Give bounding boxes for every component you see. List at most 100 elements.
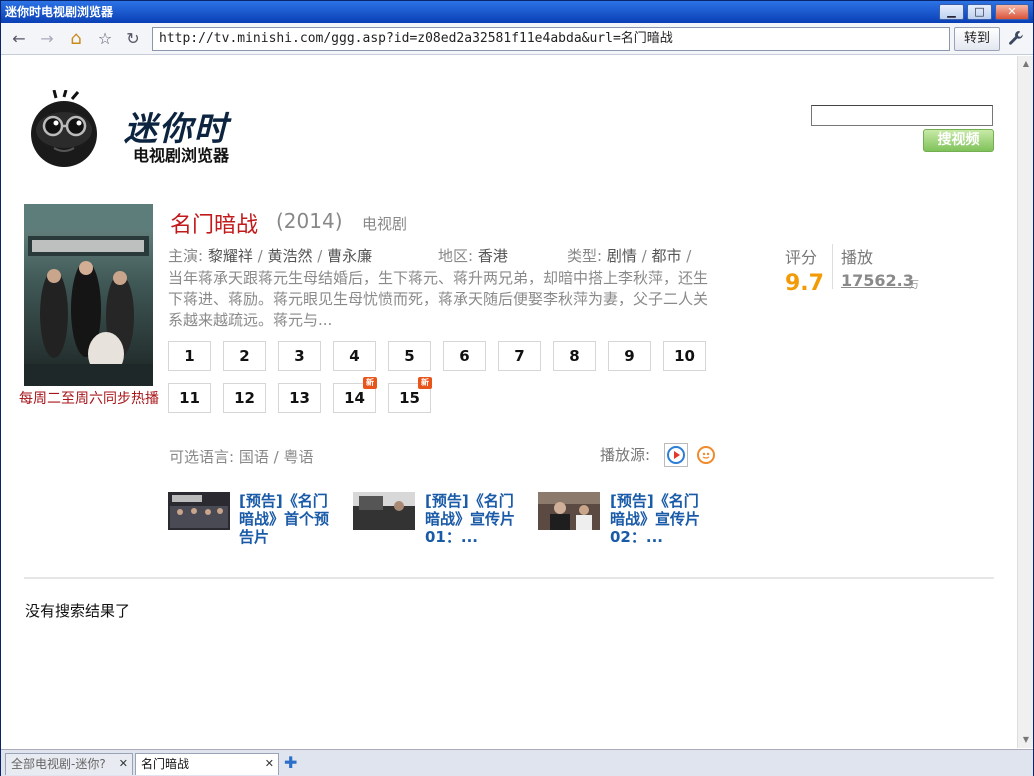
- episode-number: 1: [184, 347, 195, 365]
- episode-button[interactable]: 8: [553, 341, 596, 371]
- forward-icon[interactable]: →: [37, 29, 57, 49]
- episode-number: 15: [399, 389, 420, 407]
- tab-current[interactable]: 名门暗战 ✕: [135, 753, 279, 775]
- new-badge: 新: [363, 377, 377, 389]
- tab-label: 名门暗战: [141, 757, 190, 771]
- play-source-icon[interactable]: [664, 443, 688, 467]
- no-results-text: 没有搜索结果了: [25, 602, 131, 620]
- episode-number: 5: [404, 347, 415, 365]
- episode-button[interactable]: 4: [333, 341, 376, 371]
- region-label: 地区:: [438, 247, 474, 265]
- score-value: 9.7: [785, 271, 824, 296]
- episode-number: 7: [514, 347, 525, 365]
- clip-title[interactable]: [预告]《名门暗战》宣传片02：...: [610, 492, 712, 546]
- clip-title[interactable]: [预告]《名门暗战》首个预告片: [239, 492, 341, 546]
- address-bar[interactable]: http://tv.minishi.com/ggg.asp?id=z08ed2a…: [152, 27, 950, 51]
- episode-button[interactable]: 12: [223, 383, 266, 413]
- cast-member[interactable]: 黎耀祥: [208, 247, 253, 265]
- type-label: 类型:: [567, 247, 603, 265]
- play-label: 播放: [841, 248, 874, 267]
- browser-window: 迷你时电视剧浏览器 ▁ □ ✕ ← → ⌂ ☆ ↻ http://tv.mini…: [0, 0, 1034, 776]
- stats-divider: [832, 244, 833, 289]
- show-genre: 电视剧: [362, 215, 408, 233]
- language-label: 可选语言:: [169, 448, 235, 466]
- episode-button[interactable]: 11: [168, 383, 211, 413]
- episode-button[interactable]: 1: [168, 341, 211, 371]
- tab-bar: 全部电视剧-迷你? ✕ 名门暗战 ✕ ✚: [1, 749, 1033, 776]
- episode-number: 13: [289, 389, 310, 407]
- new-badge: 新: [418, 377, 432, 389]
- cast-row: 主演: 黎耀祥 / 黄浩然 / 曹永廉: [168, 247, 373, 265]
- episode-button[interactable]: 5: [388, 341, 431, 371]
- episode-button[interactable]: 9: [608, 341, 651, 371]
- search-button[interactable]: 搜视频: [923, 129, 994, 152]
- type-row: 类型: 剧情 / 都市 /: [567, 247, 692, 265]
- new-tab-icon[interactable]: ✚: [284, 755, 297, 771]
- cast-member[interactable]: 黄浩然: [267, 247, 312, 265]
- page-content: 迷你时 电视剧浏览器 搜视频 每周二至周六同步热播 名门暗战 (2014) 电视…: [2, 56, 1016, 748]
- source-label: 播放源:: [600, 446, 651, 464]
- tab-close-icon[interactable]: ✕: [119, 754, 128, 774]
- episode-number: 12: [234, 389, 255, 407]
- scroll-up-icon[interactable]: ▲: [1018, 56, 1034, 72]
- synopsis: 当年蒋承天跟蒋元生母结婚后，生下蒋元、蒋升两兄弟，却暗中搭上李秋萍，还生下蒋进、…: [168, 269, 709, 329]
- back-icon[interactable]: ←: [9, 29, 29, 49]
- title-bar: 迷你时电视剧浏览器 ▁ □ ✕: [1, 1, 1033, 23]
- logo-subtitle: 电视剧浏览器: [133, 146, 230, 165]
- episode-number: 14: [344, 389, 365, 407]
- section-divider: [24, 577, 994, 579]
- alt-source-icon[interactable]: [697, 446, 715, 464]
- show-year: (2014): [276, 209, 343, 233]
- episode-number: 10: [674, 347, 695, 365]
- reload-icon[interactable]: ↻: [123, 29, 143, 49]
- scroll-down-icon[interactable]: ▼: [1018, 732, 1034, 748]
- episode-number: 11: [179, 389, 200, 407]
- cast-label: 主演:: [168, 247, 204, 265]
- clip-thumbnail[interactable]: [168, 492, 230, 530]
- home-icon[interactable]: ⌂: [66, 29, 86, 49]
- window-title: 迷你时电视剧浏览器: [5, 5, 114, 19]
- tab-close-icon[interactable]: ✕: [265, 754, 274, 774]
- logo-mascot-icon[interactable]: [26, 89, 102, 168]
- cast-member[interactable]: 曹永廉: [327, 247, 372, 265]
- toolbar: ← → ⌂ ☆ ↻ http://tv.minishi.com/ggg.asp?…: [1, 23, 1033, 55]
- poster-caption[interactable]: 每周二至周六同步热播: [17, 390, 161, 408]
- language-option[interactable]: 国语: [239, 448, 269, 466]
- episode-button[interactable]: 3: [278, 341, 321, 371]
- episode-button[interactable]: 14 新: [333, 377, 377, 413]
- clip-thumbnail[interactable]: [538, 492, 600, 530]
- language-option[interactable]: 粤语: [283, 448, 313, 466]
- clip-title[interactable]: [预告]《名门暗战》宣传片01：...: [425, 492, 527, 546]
- region-row: 地区: 香港: [438, 245, 508, 266]
- star-icon[interactable]: ☆: [95, 29, 115, 49]
- show-title[interactable]: 名门暗战: [170, 207, 258, 239]
- episode-button[interactable]: 15 新: [388, 377, 432, 413]
- type-value[interactable]: 剧情: [607, 247, 637, 265]
- wrench-icon[interactable]: [1005, 29, 1027, 49]
- close-button[interactable]: ✕: [995, 4, 1029, 20]
- play-count[interactable]: 17562.3: [841, 271, 914, 290]
- episode-button[interactable]: 13: [278, 383, 321, 413]
- language-row: 可选语言: 国语 / 粤语: [169, 448, 314, 466]
- score-label: 评分: [785, 248, 818, 267]
- episode-number: 2: [239, 347, 250, 365]
- episode-number: 4: [349, 347, 360, 365]
- clip-thumbnail[interactable]: [353, 492, 415, 530]
- episode-number: 9: [624, 347, 635, 365]
- episode-button[interactable]: 2: [223, 341, 266, 371]
- episode-number: 3: [294, 347, 305, 365]
- episode-button[interactable]: 10: [663, 341, 706, 371]
- search-input[interactable]: [811, 105, 993, 126]
- maximize-button[interactable]: □: [967, 4, 992, 20]
- poster-image[interactable]: [24, 204, 153, 386]
- episode-number: 6: [459, 347, 470, 365]
- type-value[interactable]: 都市: [651, 247, 681, 265]
- tab-all-shows[interactable]: 全部电视剧-迷你? ✕: [5, 753, 133, 775]
- region-value[interactable]: 香港: [478, 247, 508, 265]
- episode-button[interactable]: 7: [498, 341, 541, 371]
- go-button[interactable]: 转到: [954, 27, 1000, 51]
- vertical-scrollbar[interactable]: ▲ ▼: [1017, 56, 1033, 748]
- episode-button[interactable]: 6: [443, 341, 486, 371]
- tab-label: 全部电视剧-迷你?: [11, 757, 106, 771]
- minimize-button[interactable]: ▁: [939, 4, 964, 20]
